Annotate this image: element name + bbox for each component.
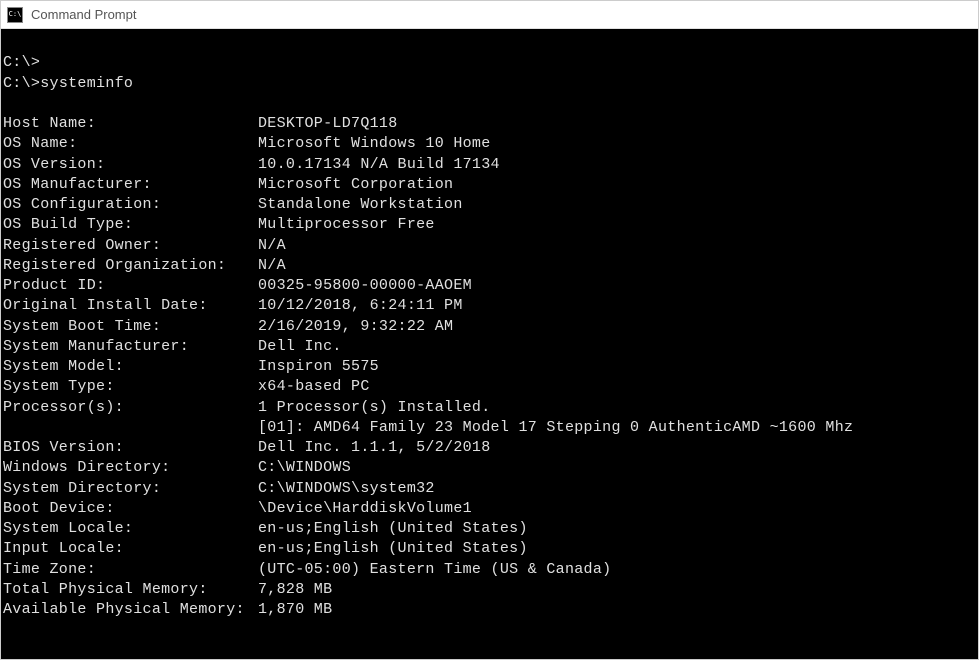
info-label: OS Manufacturer: xyxy=(3,175,258,195)
info-value: en-us;English (United States) xyxy=(258,539,528,559)
info-value: C:\WINDOWS xyxy=(258,458,351,478)
info-label: System Manufacturer: xyxy=(3,337,258,357)
info-row: Registered Owner:N/A xyxy=(3,236,976,256)
info-row: System Manufacturer:Dell Inc. xyxy=(3,337,976,357)
command-line: C:\>systeminfo xyxy=(3,74,976,94)
info-label: Boot Device: xyxy=(3,499,258,519)
info-row: OS Name:Microsoft Windows 10 Home xyxy=(3,134,976,154)
info-row: Host Name:DESKTOP-LD7Q118 xyxy=(3,114,976,134)
info-row: OS Configuration:Standalone Workstation xyxy=(3,195,976,215)
info-label: Registered Organization: xyxy=(3,256,258,276)
info-row: BIOS Version:Dell Inc. 1.1.1, 5/2/2018 xyxy=(3,438,976,458)
info-row: Available Physical Memory:1,870 MB xyxy=(3,600,976,620)
info-row: OS Build Type:Multiprocessor Free xyxy=(3,215,976,235)
info-value: Microsoft Corporation xyxy=(258,175,453,195)
info-label: Product ID: xyxy=(3,276,258,296)
info-value: 1 Processor(s) Installed. xyxy=(258,398,491,418)
info-value: N/A xyxy=(258,256,286,276)
info-label: System Type: xyxy=(3,377,258,397)
info-value: (UTC-05:00) Eastern Time (US & Canada) xyxy=(258,560,611,580)
info-label: Windows Directory: xyxy=(3,458,258,478)
window-title: Command Prompt xyxy=(31,7,136,22)
info-label: OS Build Type: xyxy=(3,215,258,235)
info-label: System Model: xyxy=(3,357,258,377)
info-label: Processor(s): xyxy=(3,398,258,418)
info-value: \Device\HarddiskVolume1 xyxy=(258,499,472,519)
command-prompt-window: C:\ Command Prompt C:\>C:\>systeminfo Ho… xyxy=(0,0,979,660)
info-label: System Boot Time: xyxy=(3,317,258,337)
terminal-output[interactable]: C:\>C:\>systeminfo Host Name:DESKTOP-LD7… xyxy=(1,29,978,659)
info-value: DESKTOP-LD7Q118 xyxy=(258,114,398,134)
info-row: Time Zone:(UTC-05:00) Eastern Time (US &… xyxy=(3,560,976,580)
info-value: x64-based PC xyxy=(258,377,370,397)
info-value: Inspiron 5575 xyxy=(258,357,379,377)
info-value: Dell Inc. 1.1.1, 5/2/2018 xyxy=(258,438,491,458)
info-label: OS Name: xyxy=(3,134,258,154)
info-value: 7,828 MB xyxy=(258,580,332,600)
entered-command: systeminfo xyxy=(40,75,133,92)
info-value: N/A xyxy=(258,236,286,256)
info-value: Standalone Workstation xyxy=(258,195,463,215)
info-row: Product ID:00325-95800-00000-AAOEM xyxy=(3,276,976,296)
info-row: Original Install Date:10/12/2018, 6:24:1… xyxy=(3,296,976,316)
prompt: C:\> xyxy=(3,75,40,92)
info-value: Multiprocessor Free xyxy=(258,215,435,235)
command-prompt-icon: C:\ xyxy=(7,7,23,23)
info-value: Dell Inc. xyxy=(258,337,342,357)
info-value: 1,870 MB xyxy=(258,600,332,620)
info-value: 2/16/2019, 9:32:22 AM xyxy=(258,317,453,337)
info-row: Registered Organization:N/A xyxy=(3,256,976,276)
processor-detail-line: [01]: AMD64 Family 23 Model 17 Stepping … xyxy=(3,418,976,438)
info-row: System Directory:C:\WINDOWS\system32 xyxy=(3,479,976,499)
info-label: Host Name: xyxy=(3,114,258,134)
info-row: System Model:Inspiron 5575 xyxy=(3,357,976,377)
info-row: System Type:x64-based PC xyxy=(3,377,976,397)
info-value: en-us;English (United States) xyxy=(258,519,528,539)
info-value: 00325-95800-00000-AAOEM xyxy=(258,276,472,296)
info-value: 10/12/2018, 6:24:11 PM xyxy=(258,296,463,316)
info-label: Original Install Date: xyxy=(3,296,258,316)
info-label: OS Version: xyxy=(3,155,258,175)
info-row: OS Version:10.0.17134 N/A Build 17134 xyxy=(3,155,976,175)
info-row: System Boot Time:2/16/2019, 9:32:22 AM xyxy=(3,317,976,337)
info-label: Available Physical Memory: xyxy=(3,600,258,620)
info-label: Time Zone: xyxy=(3,560,258,580)
info-row: System Locale:en-us;English (United Stat… xyxy=(3,519,976,539)
prompt-line: C:\> xyxy=(3,53,976,73)
info-label: BIOS Version: xyxy=(3,438,258,458)
info-label: OS Configuration: xyxy=(3,195,258,215)
info-row: Total Physical Memory:7,828 MB xyxy=(3,580,976,600)
info-label: System Locale: xyxy=(3,519,258,539)
systeminfo-output-block-1: Host Name:DESKTOP-LD7Q118OS Name:Microso… xyxy=(3,114,976,418)
info-label: Registered Owner: xyxy=(3,236,258,256)
info-row: Boot Device:\Device\HarddiskVolume1 xyxy=(3,499,976,519)
info-row: OS Manufacturer:Microsoft Corporation xyxy=(3,175,976,195)
info-label: System Directory: xyxy=(3,479,258,499)
info-row: Input Locale:en-us;English (United State… xyxy=(3,539,976,559)
systeminfo-output-block-2: BIOS Version:Dell Inc. 1.1.1, 5/2/2018Wi… xyxy=(3,438,976,620)
info-row: Windows Directory:C:\WINDOWS xyxy=(3,458,976,478)
titlebar[interactable]: C:\ Command Prompt xyxy=(1,1,978,29)
info-value: 10.0.17134 N/A Build 17134 xyxy=(258,155,500,175)
info-label: Total Physical Memory: xyxy=(3,580,258,600)
info-label: Input Locale: xyxy=(3,539,258,559)
info-value: Microsoft Windows 10 Home xyxy=(258,134,491,154)
info-value: C:\WINDOWS\system32 xyxy=(258,479,435,499)
info-row: Processor(s):1 Processor(s) Installed. xyxy=(3,398,976,418)
